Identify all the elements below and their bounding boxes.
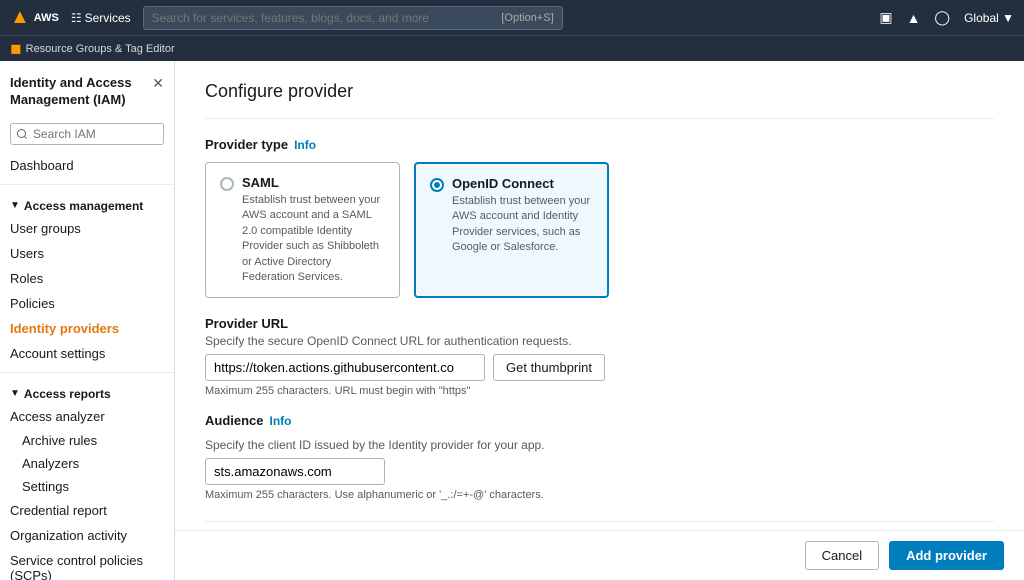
sidebar: Identity and Access Management (IAM) ✕ D… xyxy=(0,61,175,580)
sidebar-item-user-groups[interactable]: User groups xyxy=(0,216,174,241)
cancel-button[interactable]: Cancel xyxy=(805,541,879,570)
provider-url-input[interactable] xyxy=(205,354,485,381)
audience-input[interactable] xyxy=(205,458,385,485)
page-title: Configure provider xyxy=(205,81,994,102)
sidebar-divider-1 xyxy=(0,184,174,185)
help-icon[interactable]: ◯ xyxy=(934,9,950,26)
sidebar-item-account-settings[interactable]: Account settings xyxy=(0,341,174,366)
chevron-down-icon-2: ▼ xyxy=(10,388,20,399)
sidebar-header: Identity and Access Management (IAM) ✕ xyxy=(0,71,174,119)
sidebar-item-access-analyzer[interactable]: Access analyzer xyxy=(0,404,174,429)
provider-url-hint: Maximum 255 characters. URL must begin w… xyxy=(205,385,994,397)
top-navigation: ▲ AWS ☷ Services [Option+S] ▣ ▲ ◯ Global… xyxy=(0,0,1024,35)
sidebar-item-roles[interactable]: Roles xyxy=(0,266,174,291)
main-content: Configure provider Provider type Info SA… xyxy=(175,61,1024,580)
sidebar-item-service-control-policies[interactable]: Service control policies (SCPs) xyxy=(0,548,174,580)
provider-type-label: Provider type Info xyxy=(205,137,994,152)
audience-info-link[interactable]: Info xyxy=(270,414,292,428)
nav-icons: ▣ ▲ ◯ Global ▼ xyxy=(879,9,1014,26)
audience-section: Audience Info Specify the client ID issu… xyxy=(205,413,994,501)
sidebar-section-access-reports[interactable]: ▼ Access reports xyxy=(0,379,174,404)
provider-option-saml[interactable]: SAML Establish trust between your AWS ac… xyxy=(205,162,400,298)
grid-icon: ☷ xyxy=(71,11,82,25)
sidebar-item-identity-providers[interactable]: Identity providers xyxy=(0,316,174,341)
provider-url-row: Get thumbprint xyxy=(205,354,994,381)
sidebar-section-access-management[interactable]: ▼ Access management xyxy=(0,191,174,216)
get-thumbprint-button[interactable]: Get thumbprint xyxy=(493,354,605,381)
services-button[interactable]: ☷ Services xyxy=(71,11,131,25)
tags-divider xyxy=(205,521,994,522)
radio-saml[interactable] xyxy=(220,177,234,191)
page-divider xyxy=(205,118,994,119)
sidebar-divider-2 xyxy=(0,372,174,373)
radio-openid[interactable] xyxy=(430,178,444,192)
provider-url-section: Provider URL Specify the secure OpenID C… xyxy=(205,316,994,397)
sidebar-item-credential-report[interactable]: Credential report xyxy=(0,498,174,523)
main-layout: Identity and Access Management (IAM) ✕ D… xyxy=(0,61,1024,580)
global-region-button[interactable]: Global ▼ xyxy=(964,11,1014,25)
sidebar-title: Identity and Access Management (IAM) xyxy=(10,75,152,109)
openid-option-text: OpenID Connect Establish trust between y… xyxy=(452,176,593,284)
search-shortcut: [Option+S] xyxy=(501,12,553,24)
saml-title: SAML xyxy=(242,175,385,190)
resource-groups-label[interactable]: ◼ Resource Groups & Tag Editor xyxy=(10,40,175,57)
sidebar-item-archive-rules[interactable]: Archive rules xyxy=(0,429,174,452)
provider-type-info-link[interactable]: Info xyxy=(294,138,316,152)
saml-option-text: SAML Establish trust between your AWS ac… xyxy=(242,175,385,285)
resource-groups-icon: ◼ xyxy=(10,40,22,57)
cloud-shell-icon[interactable]: ▣ xyxy=(879,9,892,26)
provider-type-section: Provider type Info SAML Establish trust … xyxy=(205,137,994,298)
bell-icon[interactable]: ▲ xyxy=(907,10,921,26)
add-provider-button[interactable]: Add provider xyxy=(889,541,1004,570)
aws-logo: ▲ AWS xyxy=(10,6,59,29)
sidebar-item-organization-activity[interactable]: Organization activity xyxy=(0,523,174,548)
footer: Cancel Add provider xyxy=(175,530,1024,580)
audience-hint: Maximum 255 characters. Use alphanumeric… xyxy=(205,489,994,501)
chevron-down-icon: ▼ xyxy=(10,200,20,211)
sidebar-item-analyzers[interactable]: Analyzers xyxy=(0,452,174,475)
resource-groups-bar: ◼ Resource Groups & Tag Editor xyxy=(0,35,1024,61)
sidebar-item-settings[interactable]: Settings xyxy=(0,475,174,498)
audience-label: Audience Info xyxy=(205,413,994,428)
provider-url-label: Provider URL xyxy=(205,316,994,331)
sidebar-search-wrap xyxy=(0,119,174,153)
sidebar-item-users[interactable]: Users xyxy=(0,241,174,266)
sidebar-item-dashboard[interactable]: Dashboard xyxy=(0,153,174,178)
sidebar-search-input[interactable] xyxy=(10,123,164,145)
provider-option-openid[interactable]: OpenID Connect Establish trust between y… xyxy=(414,162,609,298)
global-search-input[interactable] xyxy=(152,11,502,25)
openid-description: Establish trust between your AWS account… xyxy=(452,194,593,256)
openid-title: OpenID Connect xyxy=(452,176,593,191)
provider-url-description: Specify the secure OpenID Connect URL fo… xyxy=(205,334,994,348)
provider-type-options: SAML Establish trust between your AWS ac… xyxy=(205,162,994,298)
close-sidebar-button[interactable]: ✕ xyxy=(152,75,164,92)
audience-description: Specify the client ID issued by the Iden… xyxy=(205,438,994,452)
sidebar-item-policies[interactable]: Policies xyxy=(0,291,174,316)
global-search-bar[interactable]: [Option+S] xyxy=(143,6,563,30)
saml-description: Establish trust between your AWS account… xyxy=(242,193,385,285)
